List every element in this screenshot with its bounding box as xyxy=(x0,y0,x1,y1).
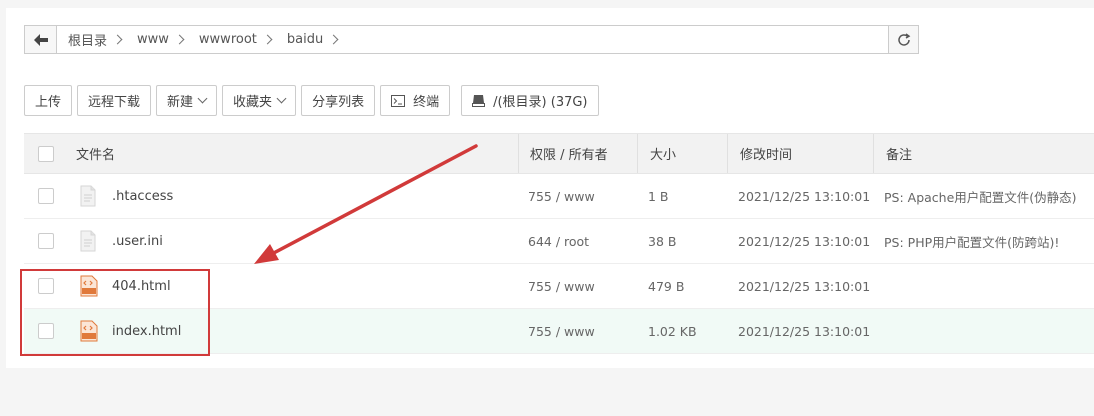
annotation-arrow xyxy=(254,144,478,264)
